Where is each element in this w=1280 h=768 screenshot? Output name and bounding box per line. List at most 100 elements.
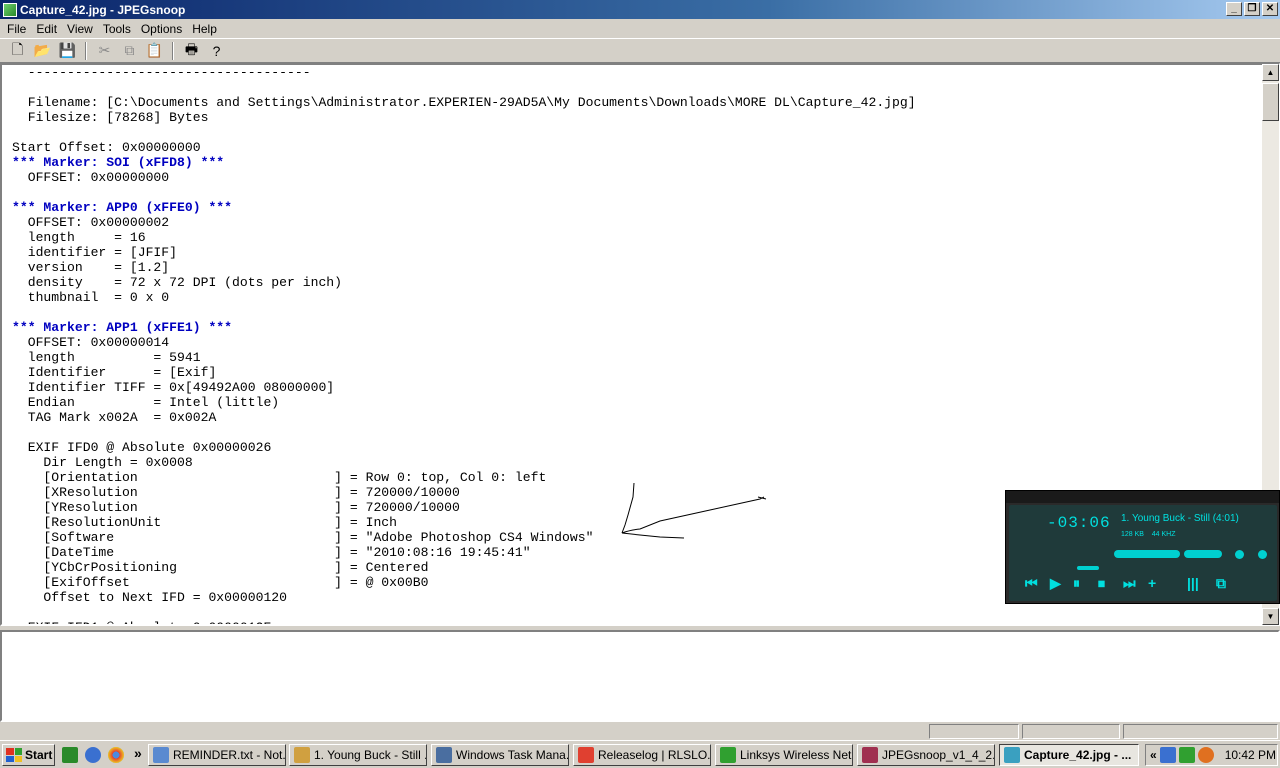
scroll-up-icon[interactable]: ▲ xyxy=(1262,64,1279,81)
close-button[interactable]: ✕ xyxy=(1262,2,1278,16)
menu-bar: File Edit View Tools Options Help xyxy=(0,19,1280,38)
report-line xyxy=(12,605,1252,620)
minimize-button[interactable]: _ xyxy=(1226,2,1242,16)
cut-icon[interactable]: ✂ xyxy=(93,40,116,62)
report-line: identifier = [JFIF] xyxy=(12,245,178,260)
report-line: Identifier TIFF = 0x[49492A00 08000000] xyxy=(12,380,335,395)
scroll-thumb[interactable] xyxy=(1262,83,1279,121)
toolbar-separator xyxy=(85,41,87,60)
repeat-icon[interactable]: ⧉ xyxy=(1216,575,1226,592)
quicklaunch-app-icon[interactable] xyxy=(62,747,78,763)
paste-icon[interactable]: 📋 xyxy=(143,40,166,62)
previous-icon[interactable]: ⏮ xyxy=(1025,575,1038,592)
scribble-drawing xyxy=(621,482,767,539)
play-icon[interactable]: ▶ xyxy=(1050,575,1061,592)
network-icon[interactable] xyxy=(1159,747,1176,763)
taskbar-item[interactable]: Windows Task Mana... xyxy=(431,744,569,766)
title-bar[interactable]: Capture_42.jpg - JPEGsnoop _ ❐ ✕ xyxy=(0,0,1280,19)
task-icon xyxy=(436,747,452,763)
image-pane[interactable] xyxy=(0,630,1280,722)
status-panel xyxy=(929,724,1019,739)
volume-icon[interactable] xyxy=(1197,747,1214,763)
report-line: density = 72 x 72 DPI (dots per inch) xyxy=(12,275,343,290)
volume-slider[interactable] xyxy=(1114,550,1180,558)
print-icon[interactable]: 🖶 xyxy=(180,40,203,62)
task-icon xyxy=(1004,747,1020,763)
report-line: thumbnail = 0 x 0 xyxy=(12,290,170,305)
balance-slider[interactable] xyxy=(1184,550,1222,558)
caption-buttons: _ ❐ ✕ xyxy=(1226,2,1278,16)
status-panel xyxy=(1123,724,1278,739)
eq-toggle[interactable] xyxy=(1235,550,1244,559)
report-line: Start Offset: 0x00000000 xyxy=(12,140,201,155)
menu-tools[interactable]: Tools xyxy=(98,22,136,36)
taskbar-item[interactable]: 1. Young Buck - Still ... xyxy=(289,744,427,766)
report-line xyxy=(12,80,1252,95)
taskbar: Start » REMINDER.txt - Not... 1. Young B… xyxy=(0,740,1280,768)
report-line: length = 16 xyxy=(12,230,146,245)
seek-bar[interactable] xyxy=(1077,566,1099,570)
report-line: EXIF IFD1 @ Absolute 0x0000012E xyxy=(12,620,1252,624)
report-line xyxy=(12,305,1252,320)
winamp-player[interactable]: -03:06 1. Young Buck - Still (4:01) 128 … xyxy=(1005,490,1280,604)
taskbar-item[interactable]: JPEGsnoop_v1_4_2.... xyxy=(857,744,995,766)
menu-help[interactable]: Help xyxy=(187,22,222,36)
wireless-icon[interactable] xyxy=(1178,747,1195,763)
report-line: Filename: [C:\Documents and Settings\Adm… xyxy=(12,95,916,110)
media-player-icon[interactable] xyxy=(85,747,101,763)
start-button[interactable]: Start xyxy=(2,744,55,766)
quicklaunch-overflow-icon[interactable]: » xyxy=(134,745,142,761)
new-icon[interactable]: 🗋 xyxy=(6,40,29,62)
playlist-toggle[interactable] xyxy=(1258,550,1267,559)
report-line: Dir Length = 0x0008 xyxy=(12,455,193,470)
task-icon xyxy=(862,747,878,763)
tray-expand-icon[interactable]: « xyxy=(1150,748,1157,762)
chrome-icon[interactable] xyxy=(108,747,124,763)
report-line xyxy=(12,185,1252,200)
report-line: OFFSET: 0x00000000 xyxy=(12,170,170,185)
menu-edit[interactable]: Edit xyxy=(31,22,62,36)
clock[interactable]: 10:42 PM xyxy=(1225,748,1276,762)
pause-icon[interactable]: ⏸ xyxy=(1073,575,1080,592)
window-title: Capture_42.jpg - JPEGsnoop xyxy=(20,2,186,17)
restore-button[interactable]: ❐ xyxy=(1244,2,1260,16)
toolbar: 🗋 📂 💾 ✂ ⧉ 📋 🖶 ? xyxy=(0,38,1280,63)
eject-icon[interactable]: + xyxy=(1148,575,1156,591)
winamp-display: -03:06 1. Young Buck - Still (4:01) 128 … xyxy=(1009,505,1277,601)
save-icon[interactable]: 💾 xyxy=(56,40,79,62)
copy-icon[interactable]: ⧉ xyxy=(118,40,141,62)
report-line: TAG Mark x002A = 0x002A xyxy=(12,410,217,425)
status-bar xyxy=(0,722,1280,740)
task-icon xyxy=(294,747,310,763)
marker-heading: *** Marker: APP1 (xFFE1) *** xyxy=(12,320,233,335)
report-line: ------------------------------------ xyxy=(12,65,311,80)
taskbar-item[interactable]: Releaselog | RLSLO... xyxy=(573,744,711,766)
open-icon[interactable]: 📂 xyxy=(31,40,54,62)
stop-icon[interactable]: ⏹ xyxy=(1098,575,1105,592)
start-label: Start xyxy=(25,748,53,762)
winamp-song-title: 1. Young Buck - Still (4:01) xyxy=(1121,513,1239,524)
app-icon xyxy=(3,2,17,17)
marker-heading: *** Marker: APP0 (xFFE0) *** xyxy=(12,200,233,215)
toolbar-separator xyxy=(172,41,174,60)
report-line: EXIF IFD0 @ Absolute 0x00000026 xyxy=(12,440,272,455)
scroll-down-icon[interactable]: ▼ xyxy=(1262,608,1279,625)
taskbar-item[interactable]: REMINDER.txt - Not... xyxy=(148,744,286,766)
windows-logo-icon xyxy=(6,748,22,762)
winamp-titlebar[interactable] xyxy=(1006,491,1279,503)
shuffle-icon[interactable]: ||| xyxy=(1187,575,1199,591)
task-icon xyxy=(153,747,169,763)
report-line: version = [1.2] xyxy=(12,260,170,275)
status-panel xyxy=(1022,724,1120,739)
menu-view[interactable]: View xyxy=(62,22,98,36)
next-icon[interactable]: ⏭ xyxy=(1123,575,1136,592)
winamp-time[interactable]: -03:06 xyxy=(1047,514,1111,532)
report-line: OFFSET: 0x00000002 xyxy=(12,215,170,230)
taskbar-item[interactable]: Capture_42.jpg - ... xyxy=(999,744,1139,766)
report-line: OFFSET: 0x00000014 xyxy=(12,335,170,350)
report-line: Filesize: [78268] Bytes xyxy=(12,110,209,125)
menu-options[interactable]: Options xyxy=(136,22,187,36)
menu-file[interactable]: File xyxy=(2,22,31,36)
help-icon[interactable]: ? xyxy=(205,40,228,62)
taskbar-item[interactable]: Linksys Wireless Net... xyxy=(715,744,853,766)
